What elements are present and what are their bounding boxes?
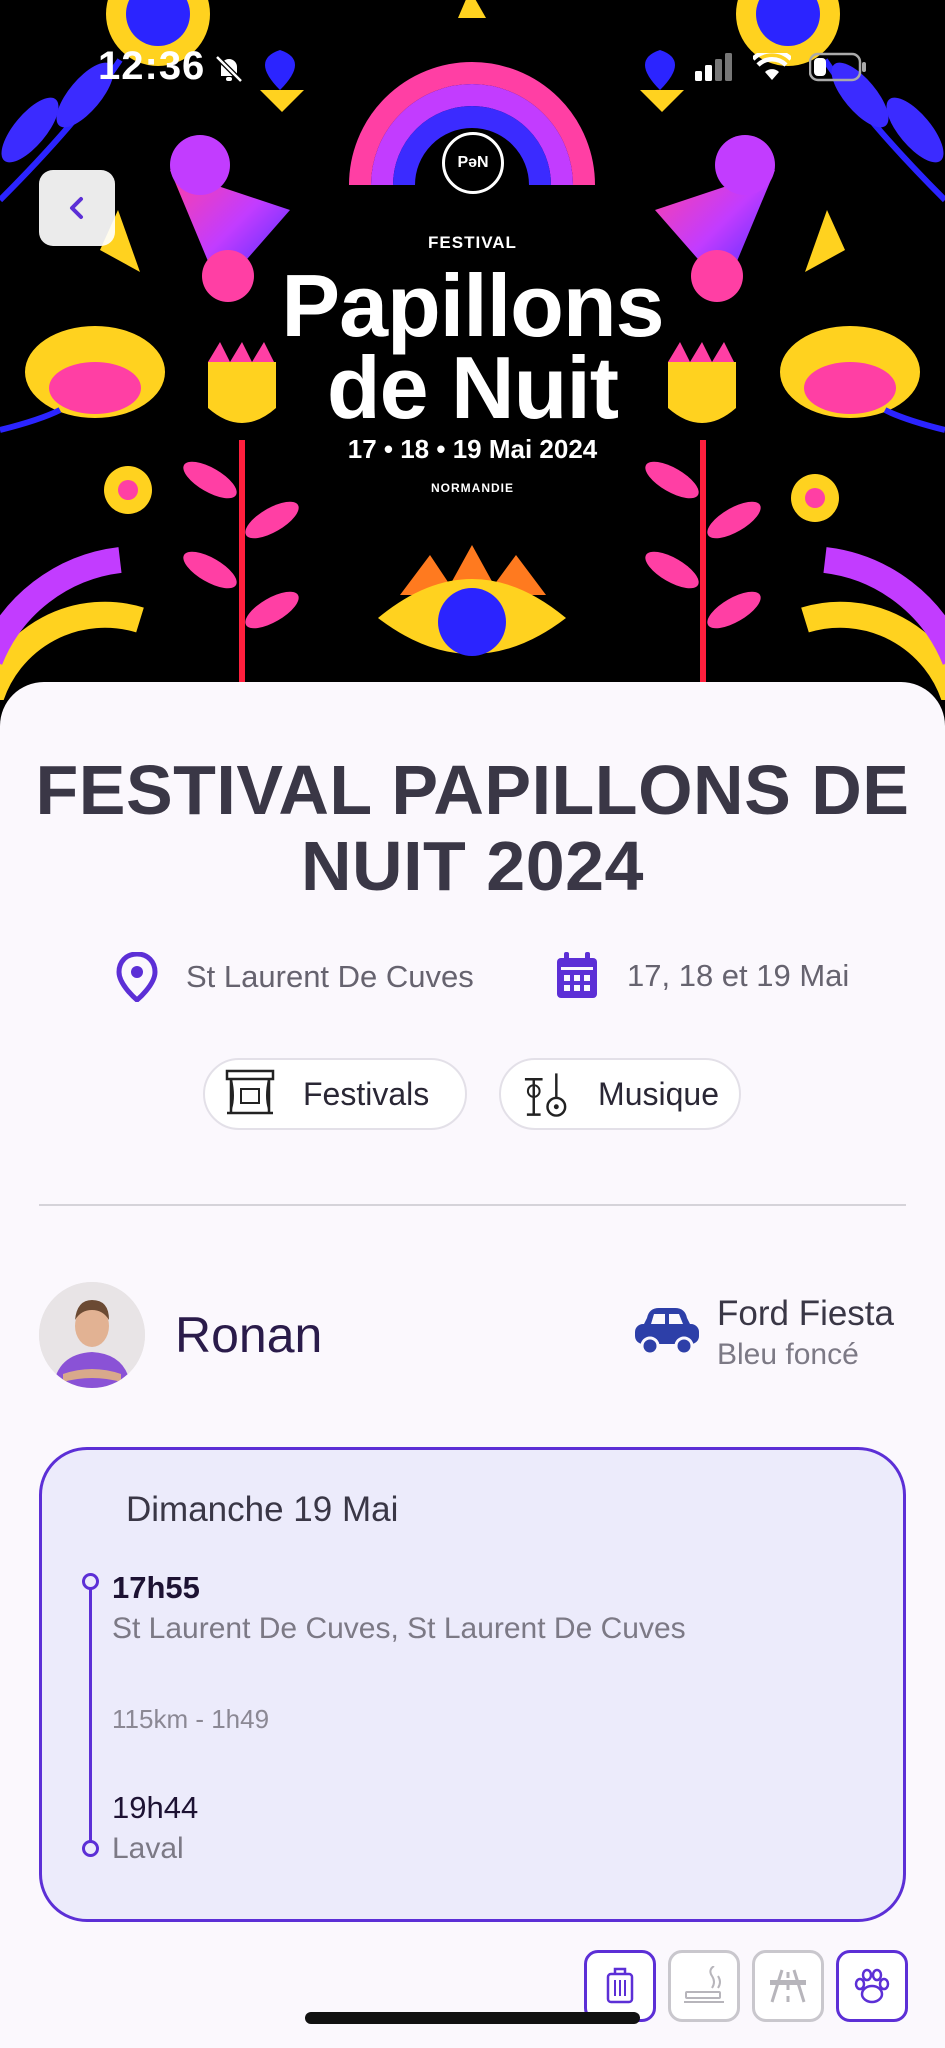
departure-place: St Laurent De Cuves, St Laurent De Cuves [112,1612,686,1645]
event-poster: PəN FESTIVAL Papillons de Nuit 17 • 18 •… [0,0,945,700]
category-chip-festivals[interactable]: Festivals [203,1058,467,1130]
driver-avatar[interactable] [39,1282,145,1388]
wifi-icon [753,53,791,80]
highway-icon [770,1969,806,2003]
car-icon [635,1308,699,1356]
poster-region: NORMANDIE [431,481,514,495]
calendar-icon [557,952,597,998]
category-chip-label: Musique [598,1075,719,1112]
car-color: Bleu foncé [717,1338,859,1371]
driver-row: Ronan Ford Fiesta Bleu foncé [39,1282,906,1392]
amenity-highway[interactable] [752,1950,824,2022]
amenity-pets[interactable] [836,1950,908,2022]
battery-icon [809,52,866,82]
instruments-icon [524,1073,567,1117]
bell-muted-icon [215,55,243,83]
driver-name: Ronan [175,1307,323,1363]
arrival-time: 19h44 [112,1790,199,1825]
driver-photo [39,1282,145,1388]
home-indicator[interactable] [305,2012,640,2024]
category-chip-label: Festivals [303,1075,430,1112]
event-details-sheet: FESTIVAL PAPILLONS DE NUIT 2024 St Laure… [0,682,945,2048]
festival-logo: PəN [442,132,504,194]
amenity-smoking[interactable] [668,1950,740,2022]
event-location-text: St Laurent De Cuves [186,959,474,994]
no-smoking-icon [684,1966,724,2003]
trip-card[interactable]: Dimanche 19 Mai 17h55 St Laurent De Cuve… [39,1447,906,1922]
event-dates: 17, 18 et 19 Mai [555,952,849,1000]
poster-title-line1: Papillons [281,256,664,355]
poster-dates: 17 • 18 • 19 Mai 2024 [347,434,598,464]
event-info-row: St Laurent De Cuves 17, 18 et 19 Mai [0,952,945,1012]
stage-icon [225,1069,275,1115]
arrival-place: Laval [112,1832,184,1865]
section-divider [39,1204,906,1206]
departure-time: 17h55 [112,1570,200,1605]
route-line [89,1578,92,1846]
event-location: St Laurent De Cuves [116,952,474,1002]
arrival-dot [82,1840,99,1857]
pet-paw-icon [854,1968,890,2004]
cellular-signal-icon [695,53,732,81]
poster-festival-label: FESTIVAL [428,233,517,252]
category-chip-musique[interactable]: Musique [499,1058,741,1130]
luggage-icon [606,1967,634,2004]
status-time: 12:36 [98,44,206,88]
location-pin-icon [116,952,158,1002]
trip-day: Dimanche 19 Mai [126,1490,399,1529]
chevron-left-icon [70,197,83,219]
back-button[interactable] [39,170,115,246]
event-title: FESTIVAL PAPILLONS DE NUIT 2024 [35,751,910,905]
departure-dot [82,1573,99,1590]
poster-title-line2: de Nuit [326,338,619,437]
car-model: Ford Fiesta [717,1294,894,1333]
event-dates-text: 17, 18 et 19 Mai [627,958,850,993]
status-bar: 12:36 [0,0,945,110]
trip-distance-duration: 115km - 1h49 [112,1704,270,1734]
